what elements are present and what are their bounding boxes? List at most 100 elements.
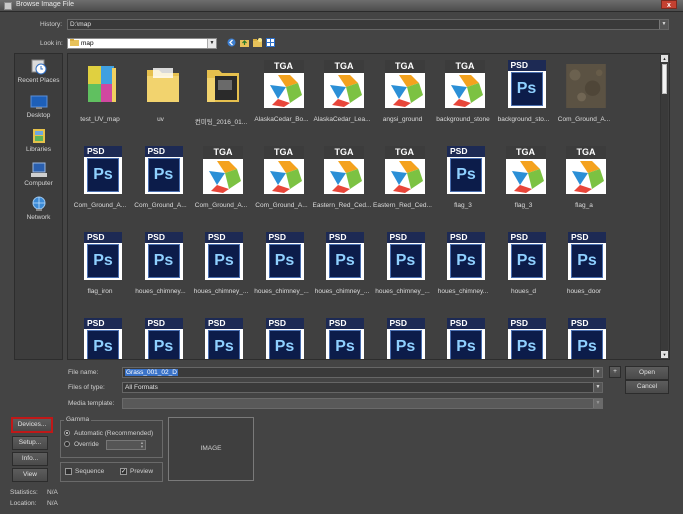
file-item[interactable]: PSD Ps houes_chimney_... xyxy=(373,226,433,306)
file-item[interactable]: PSD Ps houes_d xyxy=(494,226,554,306)
file-item[interactable]: PSD Ps flag_iron xyxy=(70,226,130,306)
history-dropdown[interactable]: D:\map ▼ xyxy=(67,19,669,30)
file-item[interactable]: PSD Ps houes_chimney_... xyxy=(312,226,372,306)
statistics-label: Statistics: xyxy=(10,489,38,496)
file-name-label: houes_chimney_... xyxy=(375,288,430,295)
file-item[interactable]: TGA background_stone xyxy=(433,54,493,134)
libraries-icon xyxy=(32,129,45,143)
file-item[interactable]: PSD Ps xyxy=(252,312,312,359)
place-recent-places[interactable]: Recent Places xyxy=(15,59,62,84)
places-bar: Recent Places Desktop Libraries Computer… xyxy=(14,53,63,360)
file-item[interactable]: PSD Ps houes_door xyxy=(554,226,614,306)
gamma-automatic-radio[interactable] xyxy=(64,430,70,436)
place-label: Desktop xyxy=(26,112,51,119)
setup-button[interactable]: Setup... xyxy=(12,436,48,450)
file-item[interactable]: uv xyxy=(131,54,191,134)
chevron-down-icon[interactable]: ▼ xyxy=(593,368,602,377)
info-button[interactable]: Info... xyxy=(12,452,48,466)
devices-button[interactable]: Devices... xyxy=(12,418,52,432)
gamma-override-spinner[interactable]: ▲ ▼ xyxy=(106,440,146,450)
new-folder-icon[interactable] xyxy=(253,38,262,47)
chevron-down-icon[interactable]: ▼ xyxy=(593,383,602,392)
cancel-button[interactable]: Cancel xyxy=(625,380,669,394)
psd-file-icon: PSD Ps xyxy=(260,230,304,282)
lookin-value: map xyxy=(81,40,94,47)
file-item[interactable]: TGA Eastern_Red_Ced... xyxy=(312,140,372,220)
file-item[interactable]: PSD Ps xyxy=(191,312,251,359)
place-desktop[interactable]: Desktop xyxy=(15,94,62,119)
window-title: Browse Image File xyxy=(16,1,74,8)
view-button[interactable]: View xyxy=(12,468,48,482)
open-button[interactable]: Open xyxy=(625,366,669,380)
file-item[interactable]: TGA Com_Ground_A... xyxy=(252,140,312,220)
sequence-checkbox[interactable] xyxy=(65,468,72,475)
file-item[interactable]: TGA Com_Ground_A... xyxy=(191,140,251,220)
file-item[interactable]: TGA flag_a xyxy=(554,140,614,220)
preview-checkbox[interactable]: ✓ xyxy=(120,468,127,475)
vertical-scrollbar[interactable]: ▲ ▼ xyxy=(660,55,668,358)
place-network[interactable]: Network xyxy=(15,196,62,221)
file-item[interactable]: TGA AlaskaCedar_Bo... xyxy=(252,54,312,134)
template-dropdown[interactable]: ▼ xyxy=(122,398,603,409)
file-item[interactable]: PSD Ps xyxy=(554,312,614,359)
file-name-label: Com_Ground_A... xyxy=(194,202,248,209)
place-computer[interactable]: Computer xyxy=(15,162,62,187)
file-item[interactable]: PSD Ps houes_chimney... xyxy=(433,226,493,306)
file-item[interactable]: PSD Ps xyxy=(131,312,191,359)
tga-file-icon: TGA xyxy=(381,144,425,196)
filename-input[interactable]: Grass_001_02_D ▼ xyxy=(122,367,603,378)
chevron-down-icon[interactable]: ▼ xyxy=(207,39,216,48)
filetype-label: Files of type: xyxy=(68,384,105,391)
file-name-label: test_UV_map xyxy=(80,116,120,123)
file-list[interactable]: test_UV_map uv 컨미팅_2016_01... TGA AlaskaCeda… xyxy=(67,53,670,360)
file-item[interactable]: TGA flag_3 xyxy=(494,140,554,220)
gamma-override-radio[interactable] xyxy=(64,441,70,447)
file-item[interactable]: test_UV_map xyxy=(70,54,130,134)
folder-icon xyxy=(199,58,243,110)
spinner-arrows-icon[interactable]: ▲ ▼ xyxy=(139,441,145,449)
file-name-label: background_stone xyxy=(436,116,490,123)
file-item[interactable]: TGA AlaskaCedar_Lea... xyxy=(312,54,372,134)
file-item[interactable]: PSD Ps houes_chimney_... xyxy=(191,226,251,306)
file-item[interactable]: PSD Ps Com_Ground_A... xyxy=(131,140,191,220)
add-button[interactable]: + xyxy=(609,366,621,378)
file-item[interactable]: PSD Ps Com_Ground_A... xyxy=(70,140,130,220)
file-name-label: 컨미팅_2016_01... xyxy=(194,119,248,126)
file-name-label: uv xyxy=(157,116,164,123)
view-menu-icon[interactable] xyxy=(266,38,275,47)
scroll-down-icon[interactable]: ▼ xyxy=(661,351,668,358)
up-folder-icon[interactable] xyxy=(240,38,249,47)
file-name-label: flag_3 xyxy=(514,202,533,209)
file-name-label: AlaskaCedar_Lea... xyxy=(313,116,371,123)
back-icon[interactable] xyxy=(227,38,236,47)
gamma-title: Gamma xyxy=(64,416,92,423)
file-item[interactable]: PSD Ps xyxy=(494,312,554,359)
filename-value[interactable]: Grass_001_02_D xyxy=(125,369,178,376)
file-name-label: houes_chimney... xyxy=(437,288,489,295)
file-item[interactable]: 컨미팅_2016_01... xyxy=(191,54,251,134)
close-button[interactable]: x xyxy=(661,0,677,9)
file-item[interactable]: PSD Ps houes_chimney... xyxy=(131,226,191,306)
psd-file-icon: PSD Ps xyxy=(320,230,364,282)
chevron-down-icon[interactable]: ▼ xyxy=(659,20,668,29)
file-item[interactable]: PSD Ps xyxy=(373,312,433,359)
psd-file-icon: PSD Ps xyxy=(441,316,485,359)
file-item[interactable]: PSD Ps xyxy=(433,312,493,359)
filetype-dropdown[interactable]: All Formats ▼ xyxy=(122,382,603,393)
file-item[interactable]: PSD Ps xyxy=(70,312,130,359)
chevron-down-icon[interactable]: ▼ xyxy=(593,399,602,408)
recent-places-icon xyxy=(31,59,46,75)
file-item[interactable]: PSD Ps xyxy=(312,312,372,359)
tga-file-icon: TGA xyxy=(320,58,364,110)
file-item[interactable]: PSD Ps houes_chimney_... xyxy=(252,226,312,306)
scroll-up-icon[interactable]: ▲ xyxy=(661,55,668,62)
tga-file-icon: TGA xyxy=(381,58,425,110)
file-item[interactable]: Com_Ground_A... xyxy=(554,54,614,134)
file-item[interactable]: TGA Eastern_Red_Ced... xyxy=(373,140,433,220)
file-item[interactable]: PSD Ps background_sto... xyxy=(494,54,554,134)
file-item[interactable]: TGA angsi_ground xyxy=(373,54,433,134)
place-libraries[interactable]: Libraries xyxy=(15,128,62,153)
lookin-dropdown[interactable]: map ▼ xyxy=(67,38,217,49)
scroll-thumb[interactable] xyxy=(662,64,667,94)
file-item[interactable]: PSD Ps flag_3 xyxy=(433,140,493,220)
